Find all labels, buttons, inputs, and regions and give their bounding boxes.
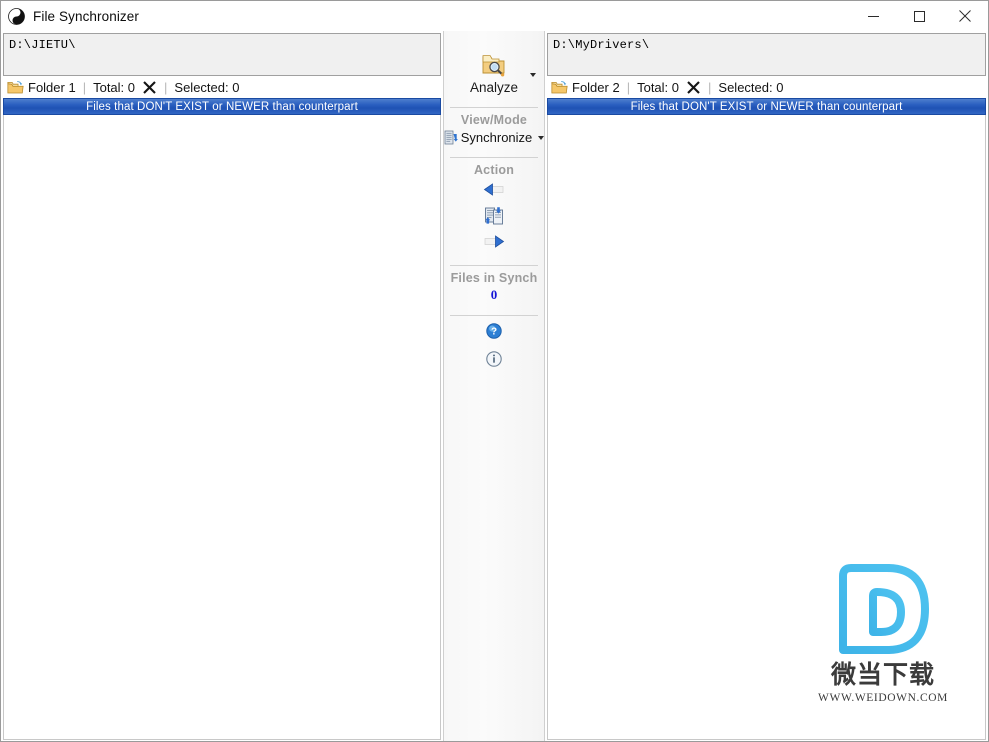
minimize-button[interactable] [850, 1, 896, 31]
folder1-label: Folder 1 [28, 79, 76, 95]
help-buttons: ? [486, 323, 502, 379]
yinyang-icon [8, 7, 25, 25]
divider [450, 157, 538, 158]
open-folder-icon[interactable] [7, 80, 24, 95]
separator: | [708, 79, 712, 95]
open-folder-icon[interactable] [551, 80, 568, 95]
arrow-left-icon[interactable] [483, 183, 505, 201]
divider [450, 265, 538, 266]
left-pane: D:\JIETU\ Folder 1 | Total: 0 | Selected… [1, 31, 443, 741]
folder1-column-header[interactable]: Files that DON'T EXIST or NEWER than cou… [3, 98, 441, 115]
info-circle-icon[interactable] [486, 351, 502, 372]
weidown-logo-icon [839, 564, 929, 655]
title-bar: File Synchronizer [1, 1, 988, 31]
arrow-right-icon[interactable] [483, 235, 505, 253]
folder2-info-strip: Folder 2 | Total: 0 | Selected: 0 [545, 76, 988, 98]
analyze-label: Analyze [469, 80, 519, 95]
folder1-file-list[interactable] [3, 115, 441, 740]
caret-down-icon[interactable] [538, 135, 545, 140]
files-in-synch-label: Files in Synch [450, 271, 538, 285]
folder2-label: Folder 2 [572, 79, 620, 95]
separator: | [164, 79, 168, 95]
watermark-url: WWW.WEIDOWN.COM [818, 692, 948, 704]
divider [450, 107, 538, 108]
synchronize-icon [444, 130, 458, 145]
clear-x-icon[interactable] [686, 80, 701, 95]
folder1-path-input[interactable]: D:\JIETU\ [3, 33, 441, 76]
caret-down-icon[interactable] [530, 73, 536, 77]
right-pane: D:\MyDrivers\ Folder 2 | Total: 0 | Sele… [545, 31, 988, 741]
folder2-file-list[interactable]: 微当下载 WWW.WEIDOWN.COM [547, 115, 986, 740]
synchronize-label: Synchronize [460, 130, 533, 145]
folder1-total: Total: 0 [93, 79, 136, 95]
folder1-selected: Selected: 0 [174, 79, 240, 95]
synchronize-dropdown[interactable]: Synchronize [444, 130, 545, 145]
folder2-selected: Selected: 0 [718, 79, 784, 95]
separator: | [82, 79, 87, 95]
watermark-name: 微当下载 [830, 660, 935, 690]
window-controls [850, 1, 988, 31]
folder2-path-input[interactable]: D:\MyDrivers\ [547, 33, 986, 76]
maximize-button[interactable] [896, 1, 942, 31]
svg-text:?: ? [491, 327, 497, 338]
action-buttons [483, 177, 505, 253]
clear-x-icon[interactable] [142, 80, 157, 95]
analyze-button[interactable]: Analyze [444, 49, 544, 95]
help-question-icon[interactable]: ? [486, 323, 502, 344]
center-toolbar: Analyze View/Mode Synchronize Action Fil… [443, 31, 545, 741]
folder1-info-strip: Folder 1 | Total: 0 | Selected: 0 [1, 76, 443, 98]
window-title: File Synchronizer [33, 8, 139, 24]
app-window: File Synchronizer D:\JIETU\ Folder 1 | T… [0, 0, 989, 742]
view-mode-label: View/Mode [460, 113, 528, 127]
folder2-total: Total: 0 [637, 79, 680, 95]
files-in-synch-value: 0 [490, 287, 498, 302]
folder-search-icon [481, 53, 507, 77]
divider [450, 315, 538, 316]
folder2-column-header[interactable]: Files that DON'T EXIST or NEWER than cou… [547, 98, 986, 115]
watermark: 微当下载 WWW.WEIDOWN.COM [818, 562, 948, 704]
main-content: D:\JIETU\ Folder 1 | Total: 0 | Selected… [1, 31, 988, 741]
separator: | [626, 79, 631, 95]
action-label: Action [473, 163, 515, 177]
close-button[interactable] [942, 1, 988, 31]
sync-documents-icon[interactable] [484, 206, 504, 230]
